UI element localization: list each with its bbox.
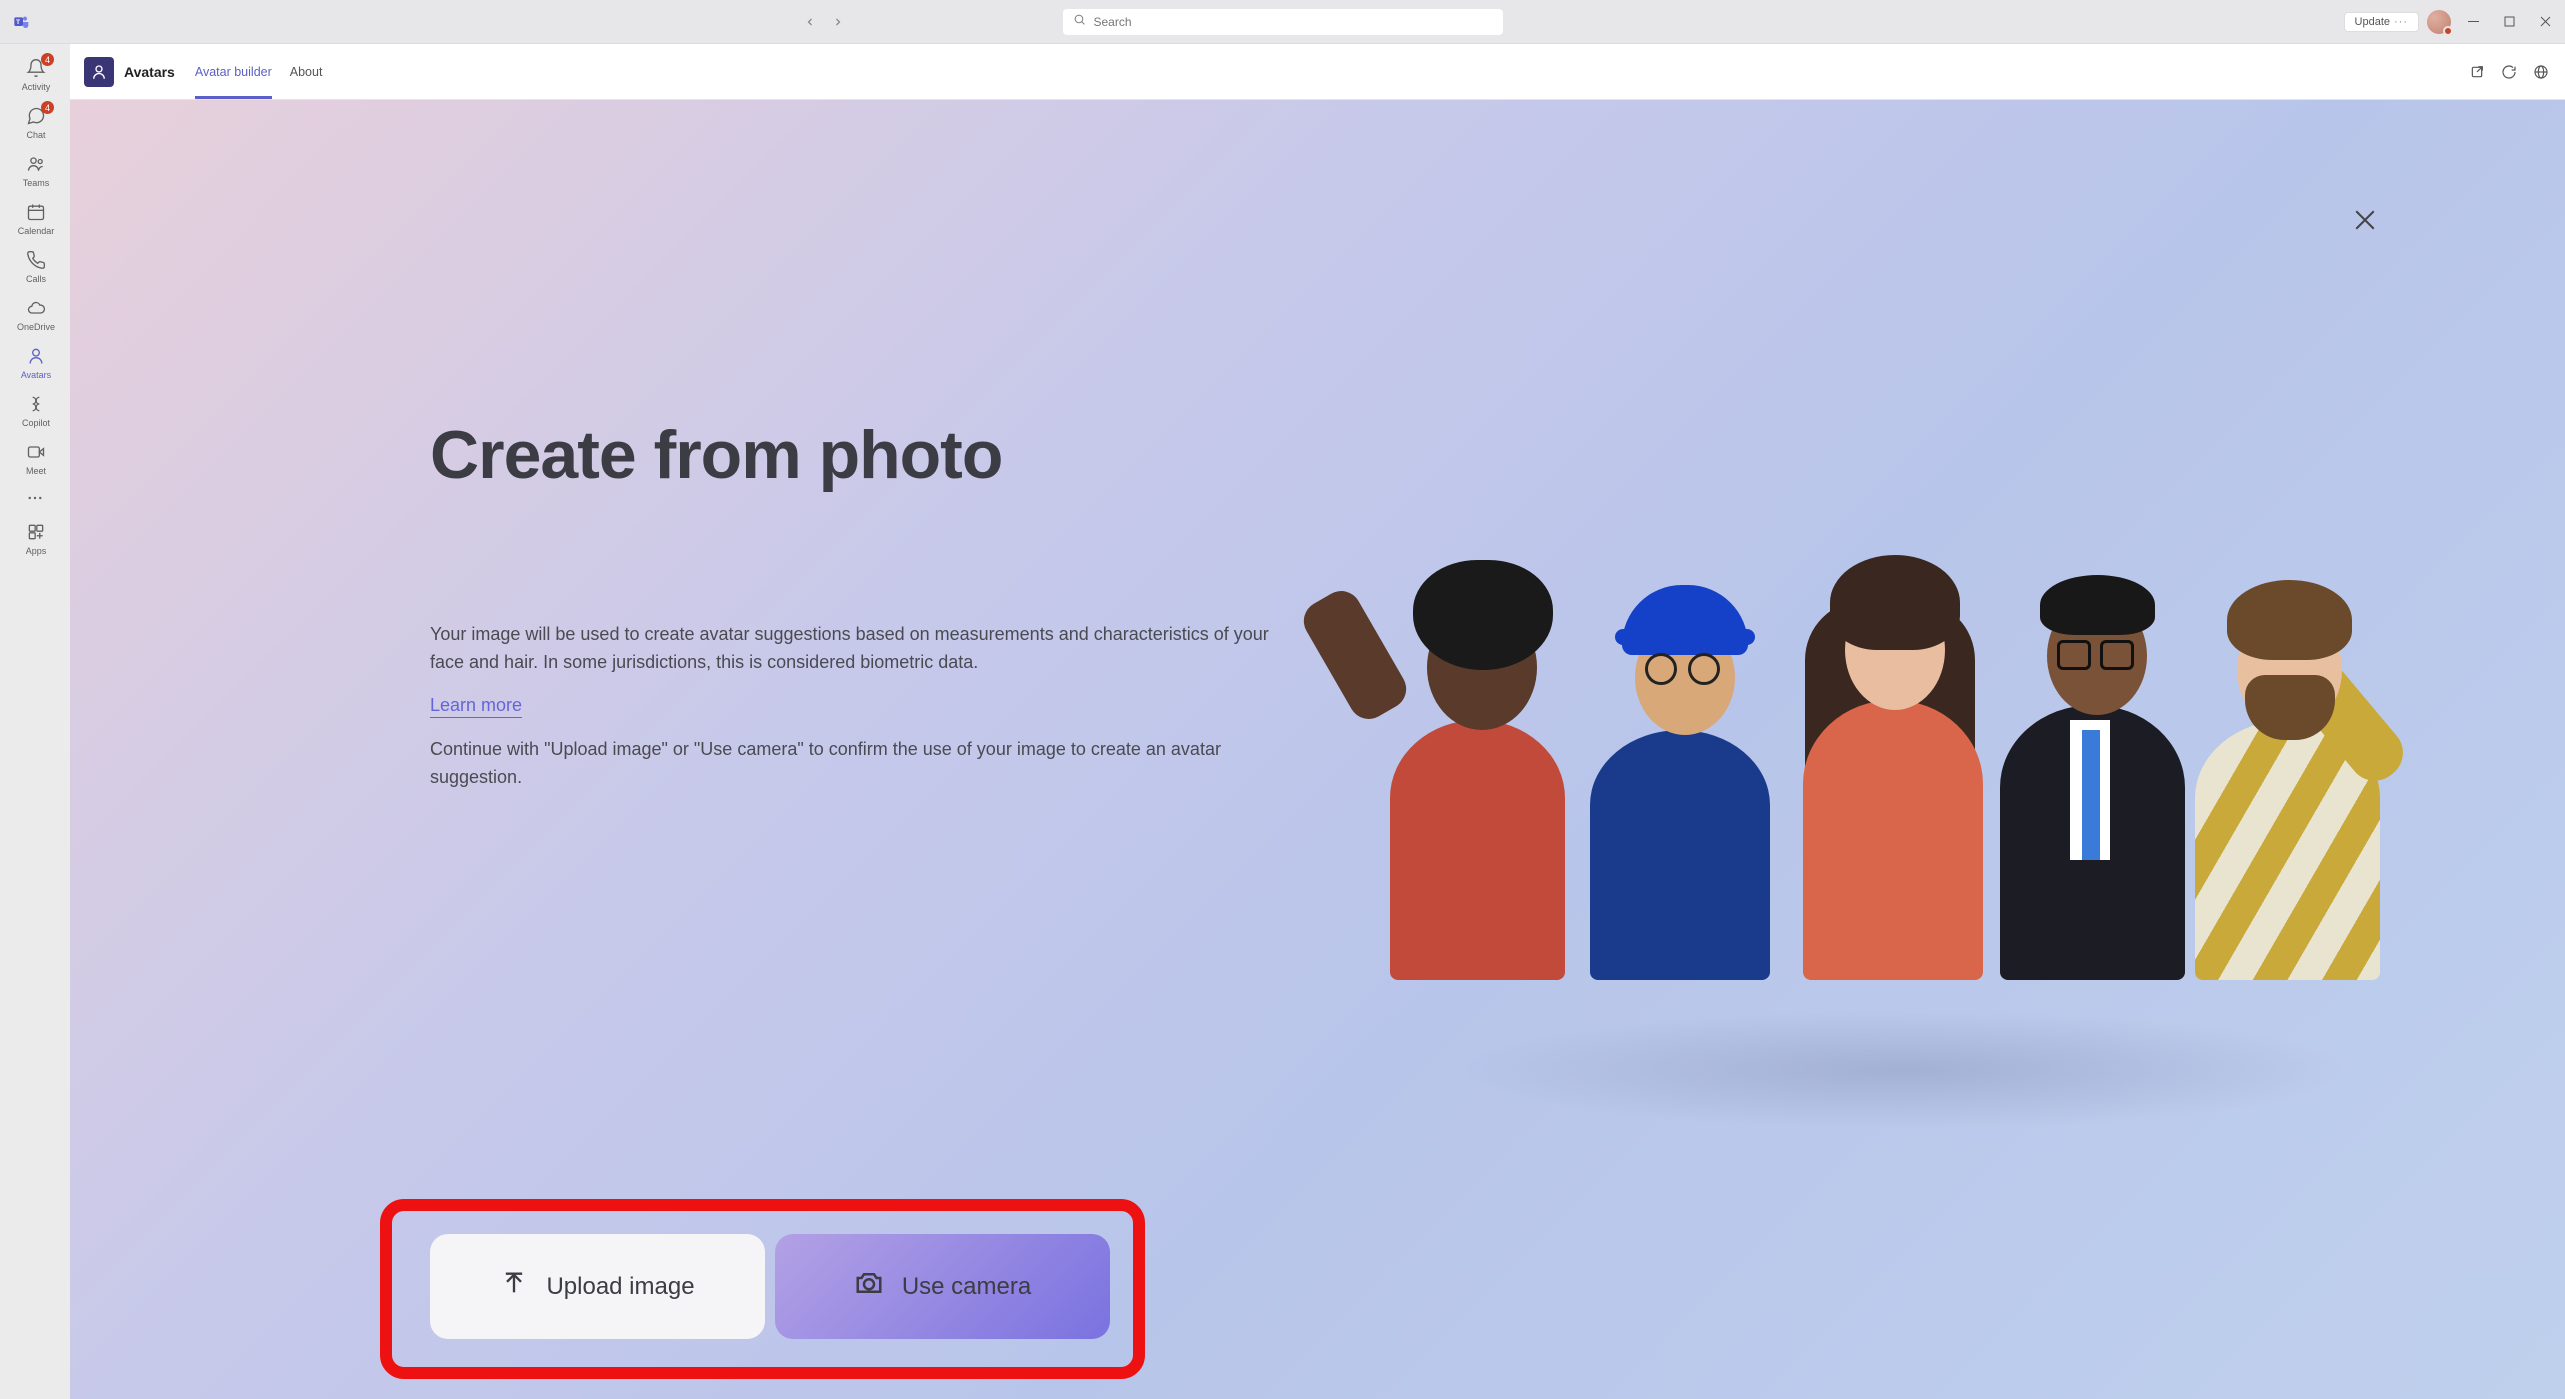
- badge: 4: [41, 53, 54, 66]
- upload-label: Upload image: [546, 1273, 694, 1301]
- nav-forward-icon[interactable]: [828, 12, 848, 32]
- nav-back-icon[interactable]: [800, 12, 820, 32]
- more-dots-icon: ···: [2394, 16, 2408, 28]
- app-title: Avatars: [124, 64, 175, 80]
- avatars-app-icon: [84, 57, 114, 87]
- use-camera-button[interactable]: Use camera: [775, 1234, 1110, 1339]
- rail-label: OneDrive: [17, 322, 55, 332]
- svg-text:T: T: [16, 19, 20, 26]
- profile-avatar[interactable]: [2427, 10, 2451, 34]
- rail-item-teams[interactable]: Teams: [5, 146, 65, 192]
- window-minimize-icon[interactable]: [2459, 10, 2487, 34]
- close-button[interactable]: [2345, 200, 2385, 240]
- search-input[interactable]: [1086, 15, 1493, 29]
- rail-label: Avatars: [21, 370, 51, 380]
- window-close-icon[interactable]: [2531, 10, 2559, 34]
- content-block: Create from photo Your image will be use…: [430, 420, 1330, 792]
- description-text-2: Continue with "Upload image" or "Use cam…: [430, 736, 1280, 792]
- upload-icon: [500, 1269, 528, 1304]
- globe-icon[interactable]: [2531, 62, 2551, 82]
- rail-label: Chat: [26, 130, 45, 140]
- search-box[interactable]: [1063, 9, 1503, 35]
- rail-label: Teams: [23, 178, 50, 188]
- update-button[interactable]: Update ···: [2344, 12, 2419, 32]
- tab-avatar-builder[interactable]: Avatar builder: [195, 44, 272, 99]
- rail-item-copilot[interactable]: Copilot: [5, 386, 65, 432]
- rail-label: Copilot: [22, 418, 50, 428]
- main-area: Avatars Avatar builder About: [70, 44, 2565, 1399]
- teams-logo-icon: T: [12, 13, 30, 31]
- update-label: Update: [2355, 16, 2390, 28]
- camera-icon: [854, 1268, 884, 1305]
- app-rail: 4 Activity 4 Chat Teams Calendar: [0, 44, 70, 1399]
- rail-item-onedrive[interactable]: OneDrive: [5, 290, 65, 336]
- titlebar: T Update ···: [0, 0, 2565, 44]
- avatars-illustration: [1355, 450, 2415, 1010]
- rail-item-chat[interactable]: 4 Chat: [5, 98, 65, 144]
- rail-item-avatars[interactable]: Avatars: [5, 338, 65, 384]
- rail-label: Activity: [22, 82, 51, 92]
- upload-image-button[interactable]: Upload image: [430, 1234, 765, 1339]
- badge: 4: [41, 101, 54, 114]
- camera-label: Use camera: [902, 1273, 1031, 1301]
- rail-item-calls[interactable]: Calls: [5, 242, 65, 288]
- tab-about[interactable]: About: [290, 44, 323, 99]
- rail-label: Calls: [26, 274, 46, 284]
- rail-item-meet[interactable]: Meet: [5, 434, 65, 480]
- rail-label: Calendar: [18, 226, 55, 236]
- action-buttons: Upload image Use camera: [430, 1234, 1110, 1339]
- stage: Create from photo Your image will be use…: [70, 100, 2565, 1399]
- rail-item-calendar[interactable]: Calendar: [5, 194, 65, 240]
- rail-label: Apps: [26, 546, 47, 556]
- page-title: Create from photo: [430, 420, 1330, 491]
- rail-item-apps[interactable]: Apps: [5, 514, 65, 560]
- rail-item-activity[interactable]: 4 Activity: [5, 50, 65, 96]
- learn-more-link[interactable]: Learn more: [430, 695, 522, 718]
- presence-busy-icon: [2443, 26, 2453, 36]
- rail-label: Meet: [26, 466, 46, 476]
- description-text-1: Your image will be used to create avatar…: [430, 621, 1280, 677]
- reload-icon[interactable]: [2499, 62, 2519, 82]
- app-header: Avatars Avatar builder About: [70, 44, 2565, 100]
- rail-more-icon[interactable]: [23, 486, 47, 510]
- window-maximize-icon[interactable]: [2495, 10, 2523, 34]
- search-icon: [1073, 13, 1086, 31]
- popout-icon[interactable]: [2467, 62, 2487, 82]
